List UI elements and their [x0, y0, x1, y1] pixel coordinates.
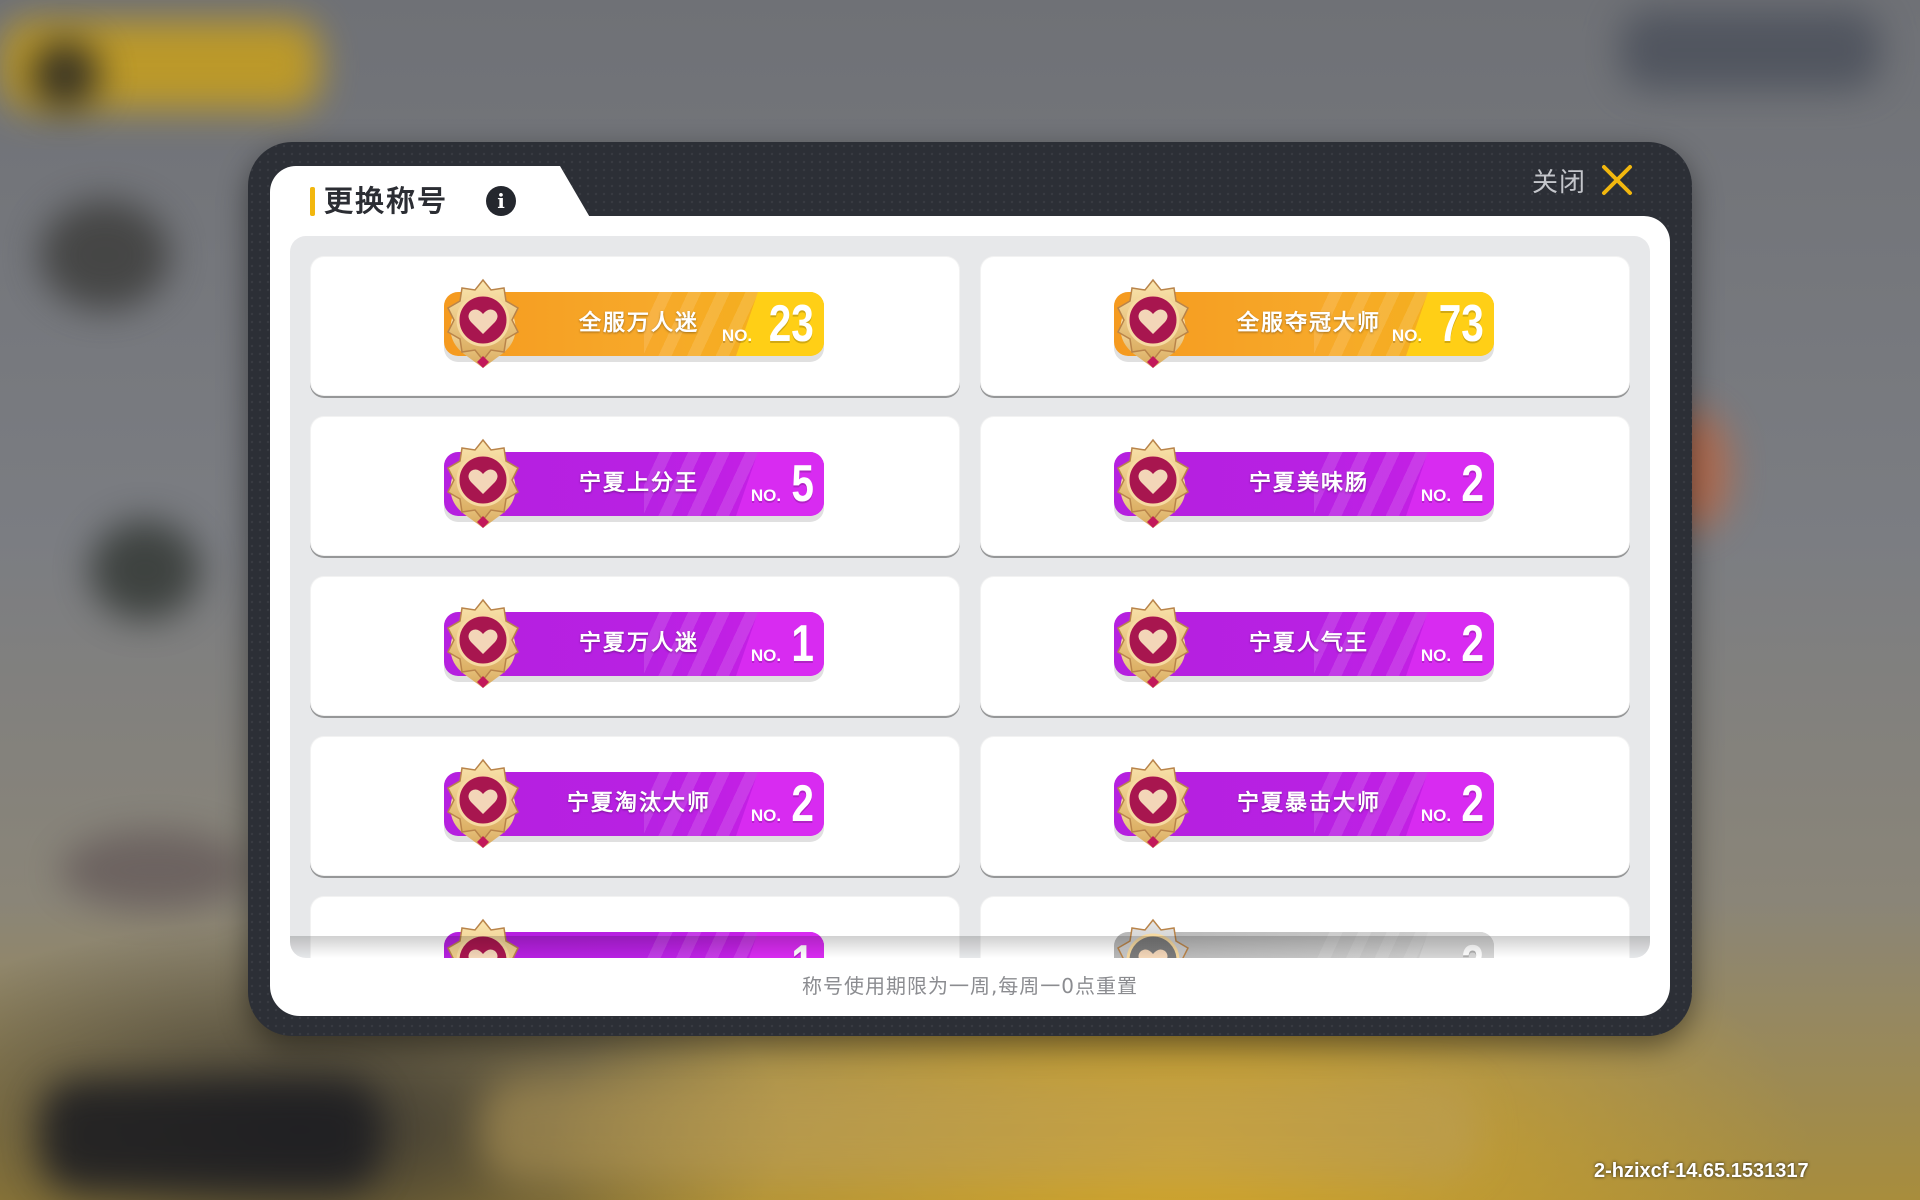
close-label: 关闭: [1532, 167, 1587, 198]
no-label: NO.: [1420, 806, 1452, 825]
star-badge-icon: [447, 438, 519, 528]
fist-badge-icon: [1117, 758, 1189, 848]
title-card[interactable]: 宁夏万人迷 NO. 1: [310, 576, 960, 716]
rank-number: NO. 1: [751, 618, 814, 670]
footer-note: 称号使用期限为一周,每周一0点重置: [801, 974, 1139, 998]
title-card[interactable]: 宁夏上分王 NO. 5: [310, 416, 960, 556]
title-card[interactable]: 宁夏淘汰大师 NO. 2: [310, 736, 960, 876]
title-card[interactable]: 宁夏美味肠 NO. 2: [980, 416, 1630, 556]
rank-value: 2: [1461, 615, 1484, 673]
skull-badge-icon: [447, 758, 519, 848]
no-label: NO.: [1420, 486, 1452, 505]
title-card[interactable]: 全服夺冠大师 NO. 73: [980, 256, 1630, 396]
rank-value: 2: [1461, 775, 1484, 833]
rank-value: 2: [791, 775, 814, 833]
background-blur: [60, 830, 250, 910]
no-label: NO.: [1420, 646, 1452, 665]
hearts-badge-icon: [447, 598, 519, 688]
rank-number: NO. 2: [1421, 458, 1484, 510]
rank-number: NO. 5: [751, 458, 814, 510]
no-label: NO.: [1391, 326, 1423, 345]
background-blur: [30, 40, 100, 110]
title-list[interactable]: 全服万人迷 NO. 23 全服夺冠大师 NO. 73 宁夏上分王 NO. 5 宁…: [290, 236, 1650, 958]
background-blur: [40, 200, 170, 310]
no-label: NO.: [750, 806, 782, 825]
no-label: NO.: [750, 486, 782, 505]
rank-number: NO. 73: [1392, 298, 1484, 350]
close-button[interactable]: 关闭: [1532, 160, 1634, 200]
background-blur: [90, 520, 200, 620]
title-card[interactable]: 宁夏暴击大师 NO. 2: [980, 736, 1630, 876]
rank-value: 5: [791, 455, 814, 513]
trophy-badge-icon: [1117, 278, 1189, 368]
background-blur: [480, 1080, 1480, 1180]
title-card[interactable]: 宁夏人气王 NO. 2: [980, 576, 1630, 716]
rank-number: NO. 2: [1421, 778, 1484, 830]
title-grid: 全服万人迷 NO. 23 全服夺冠大师 NO. 73 宁夏上分王 NO. 5 宁…: [310, 256, 1630, 958]
rank-value: 2: [1461, 455, 1484, 513]
info-icon[interactable]: i: [486, 186, 516, 216]
modal-title: 更换称号: [324, 184, 449, 218]
rank-number: NO. 2: [751, 778, 814, 830]
close-icon: [1602, 165, 1633, 195]
rank-number: NO. 23: [722, 298, 814, 350]
rank-value: 73: [1438, 295, 1484, 353]
rank-number: NO. 2: [1421, 618, 1484, 670]
list-fade: [290, 936, 1650, 958]
title-card[interactable]: 全服万人迷 NO. 23: [310, 256, 960, 396]
smile-badge-icon: [1117, 438, 1189, 528]
no-label: NO.: [721, 326, 753, 345]
background-blur: [40, 1080, 380, 1190]
build-watermark: 2-hzixcf-14.65.1531317: [1594, 1160, 1809, 1182]
no-label: NO.: [750, 646, 782, 665]
background-blur: [1620, 10, 1880, 90]
hearts-badge-icon: [447, 278, 519, 368]
tab-accent-bar: [310, 187, 315, 216]
rank-value: 23: [768, 295, 814, 353]
thumbs-up-badge-icon: [1117, 598, 1189, 688]
rank-value: 1: [791, 615, 814, 673]
